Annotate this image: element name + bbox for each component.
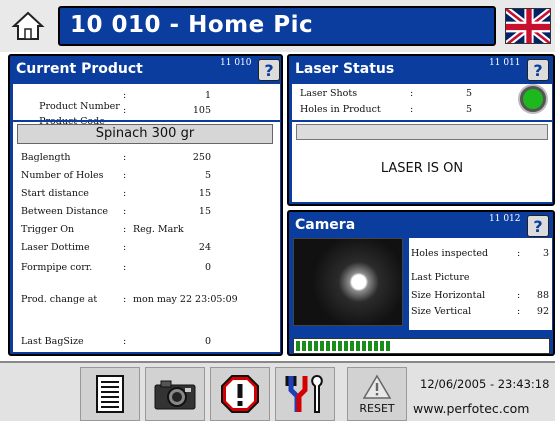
last-picture-label: Last Picture	[411, 272, 470, 283]
current-product-panel: Current Product 11 010 ? Product Number …	[8, 54, 283, 356]
tools-icon	[285, 374, 323, 413]
current-product-body: Product Number : 1 Product Code : 105 Sp…	[13, 84, 280, 352]
size-horizontal-value: 88	[536, 290, 549, 301]
progress-segment	[344, 341, 348, 351]
field-label: Formpipe corr.	[21, 262, 93, 273]
camera-progress-fill	[296, 341, 390, 351]
screen-title: 10 010 - Home Pic	[70, 12, 314, 38]
header-bar: 10 010 - Home Pic	[0, 0, 555, 52]
progress-segment	[368, 341, 372, 351]
progress-segment	[332, 341, 336, 351]
progress-segment	[350, 341, 354, 351]
field-label: Laser Dottime	[21, 242, 90, 253]
laser-shots-value: 5	[465, 88, 472, 99]
reset-warning-icon	[362, 374, 392, 399]
progress-segment	[308, 341, 312, 351]
field-label: Start distance	[21, 188, 89, 199]
laser-status-panel: Laser Status 11 011 ? Laser Shots : 5 Ho…	[287, 54, 555, 206]
field-value[interactable]: 15	[161, 206, 211, 217]
holes-inspected-value: 3	[542, 248, 549, 259]
progress-segment	[302, 341, 306, 351]
reset-label: RESET	[359, 401, 395, 415]
progress-segment	[338, 341, 342, 351]
home-button[interactable]	[6, 4, 50, 48]
progress-segment	[386, 341, 390, 351]
camera-snapshot-image[interactable]	[293, 238, 403, 326]
prod-change-label: Prod. change at	[21, 294, 98, 305]
camera-info-body: Holes inspected : 3 Last Picture Size Ho…	[409, 238, 552, 330]
field-label: Number of Holes	[21, 170, 104, 181]
field-value[interactable]: 15	[161, 188, 211, 199]
field-label: Size Vertical	[411, 306, 472, 317]
camera-icon	[154, 380, 196, 410]
field-label: Laser Shots	[300, 88, 358, 99]
language-flag-button[interactable]	[505, 8, 551, 44]
field-label: Size Horizontal	[411, 290, 486, 301]
progress-segment	[296, 341, 300, 351]
product-name[interactable]: Spinach 300 gr	[17, 124, 273, 144]
field-value[interactable]: 250	[161, 152, 211, 163]
laser-status-code: 11 011	[489, 58, 521, 68]
camera-panel: Camera 11 012 ? Holes inspected : 3 Last…	[287, 210, 555, 356]
last-bagsize-label: Last BagSize	[21, 336, 84, 347]
laser-status-bar	[296, 124, 548, 140]
reset-button[interactable]: RESET	[347, 367, 407, 421]
holes-in-product-value: 5	[465, 104, 472, 115]
field-value[interactable]: Reg. Mark	[133, 224, 184, 235]
camera-progress-bar	[293, 338, 550, 354]
field-label: Baglength	[21, 152, 71, 163]
camera-help-button[interactable]: ?	[527, 215, 549, 237]
field-label: Holes inspected	[411, 248, 489, 259]
product-list-button[interactable]	[80, 367, 140, 421]
field-label: Between Distance	[21, 206, 109, 217]
progress-segment	[314, 341, 318, 351]
laser-status-body: Laser Shots : 5 Holes in Product : 5 LAS…	[292, 84, 552, 202]
last-bagsize-value: 0	[204, 336, 211, 347]
camera-code: 11 012	[489, 214, 521, 224]
size-vertical-value: 92	[536, 306, 549, 317]
field-label: Trigger On	[21, 224, 75, 235]
uk-flag-icon	[506, 9, 550, 43]
prod-change-value: mon may 22 23:05:09	[133, 294, 238, 305]
product-number-value: 1	[204, 90, 211, 101]
laser-status-text: LASER IS ON	[380, 161, 464, 176]
product-code-value: 105	[192, 105, 211, 116]
alarm-button[interactable]	[210, 367, 270, 421]
laser-status-title: Laser Status	[295, 61, 395, 77]
document-list-icon	[96, 375, 124, 413]
divider	[292, 120, 552, 122]
field-value[interactable]: 24	[161, 242, 211, 253]
progress-segment	[374, 341, 378, 351]
camera-title: Camera	[295, 217, 356, 233]
progress-segment	[320, 341, 324, 351]
camera-button[interactable]	[145, 367, 205, 421]
current-product-help-button[interactable]: ?	[258, 59, 280, 81]
settings-tools-button[interactable]	[275, 367, 335, 421]
progress-segment	[362, 341, 366, 351]
field-value[interactable]: 0	[161, 262, 211, 273]
laser-status-help-button[interactable]: ?	[527, 59, 549, 81]
field-value[interactable]: 5	[161, 170, 211, 181]
current-product-code: 11 010	[220, 58, 252, 68]
datetime-display: 12/06/2005 - 23:43:18	[420, 377, 550, 391]
divider	[13, 120, 280, 122]
field-label: Holes in Product	[300, 104, 381, 115]
bottom-toolbar: RESET 12/06/2005 - 23:43:18 www.perfotec…	[0, 361, 555, 421]
laser-indicator-light	[520, 86, 546, 112]
home-icon	[11, 11, 45, 40]
progress-segment	[326, 341, 330, 351]
alarm-stop-icon	[221, 375, 259, 413]
screen-title-bar: 10 010 - Home Pic	[58, 6, 496, 46]
progress-segment	[380, 341, 384, 351]
progress-segment	[356, 341, 360, 351]
current-product-title: Current Product	[16, 61, 143, 77]
website-link[interactable]: www.perfotec.com	[413, 401, 529, 416]
